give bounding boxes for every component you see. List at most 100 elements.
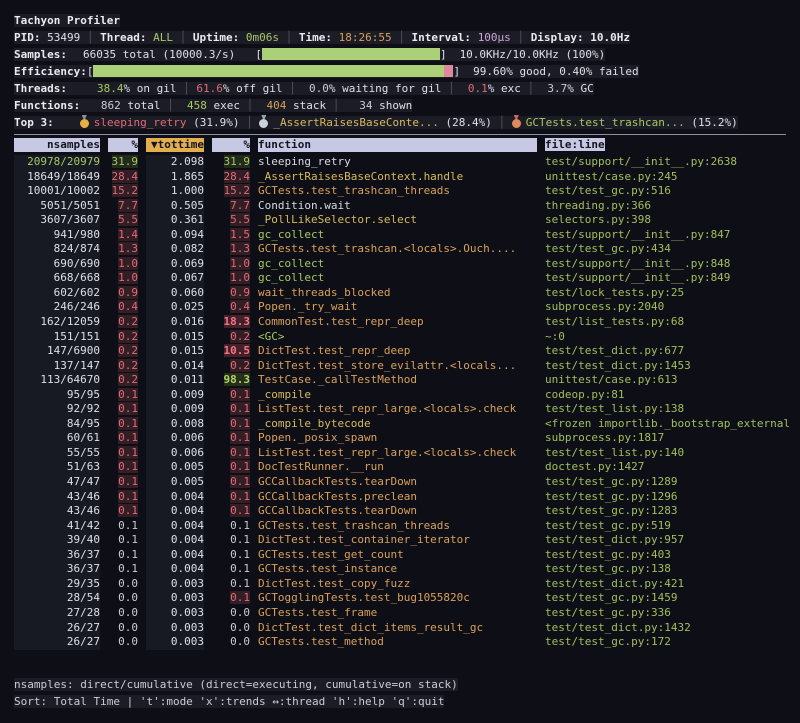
direct-pct-cell-value: 0.1	[118, 519, 138, 532]
tottime-cell: 2.098	[146, 155, 204, 170]
separator: │	[492, 116, 512, 129]
direct-pct-cell: 0.2	[108, 344, 138, 359]
direct-pct-cell-value: 0.0	[118, 577, 138, 590]
fileline-cell-value: test/test_list.py:138	[545, 402, 684, 415]
direct-pct-cell-value: 0.0	[118, 606, 138, 619]
nsamples-cell: 113/64670	[14, 373, 100, 388]
tottime-cell-value: 0.003	[171, 606, 204, 619]
silver-medal-icon	[259, 115, 268, 128]
fileline-cell: test/test_gc.py:138	[545, 562, 790, 577]
fileline-cell: test/test_gc.py:519	[545, 519, 790, 534]
efficiency-run: Efficiency:[]99.60% good, 0.40% failed	[14, 65, 639, 78]
direct-pct-cell: 0.1	[108, 504, 138, 519]
threads-line: Threads:38.4% on gil │ 61.6% off gil │ 0…	[14, 80, 786, 97]
tottime-cell-value: 0.011	[171, 373, 204, 386]
fileline-cell: test/test_gc.py:403	[545, 548, 790, 563]
cumul-pct-cell-value: 5.5	[230, 213, 250, 226]
fileline-cell-value: test/test_gc.py:516	[545, 184, 671, 197]
direct-pct-cell-value: 0.1	[118, 562, 138, 575]
cumul-pct-cell-value: 1.0	[230, 257, 250, 270]
separator: │	[160, 99, 180, 112]
stat-suffix: % exc	[488, 82, 521, 95]
separator: │	[521, 82, 541, 95]
gold-medal-icon	[80, 115, 89, 128]
fileline-cell-value: test/support/__init__.py:848	[545, 257, 730, 270]
direct-pct-cell-value: 0.1	[118, 504, 138, 517]
tottime-cell-value: 0.003	[171, 635, 204, 648]
function-cell-value: wait_threads_blocked	[258, 286, 390, 299]
samples-rate: 10.0KHz/10.0KHz (100%)	[460, 48, 606, 61]
function-cell: ListTest.test_repr_large.<locals>.check	[258, 402, 537, 417]
cumul-pct-cell: 0.0	[212, 606, 250, 621]
stats-table: nsamples%▼tottime%functionfile:line20978…	[14, 138, 786, 650]
column-header-fileline[interactable]: file:line	[545, 138, 790, 152]
function-cell: gc_collect	[258, 228, 537, 243]
nsamples-cell-value: 690/690	[54, 257, 100, 270]
column-header-tottime[interactable]: ▼tottime	[146, 138, 204, 152]
process-info: PID: 53499 │ Thread: ALL │ Uptime: 0m06s…	[14, 31, 630, 44]
nsamples-cell-value: 151/151	[54, 330, 100, 343]
direct-pct-cell: 0.1	[108, 417, 138, 432]
tottime-cell-value: 0.009	[171, 388, 204, 401]
stat-suffix: shown	[372, 99, 412, 112]
function-cell: GCTests.test_trashcan.<locals>.Ouch....	[258, 242, 537, 257]
cumul-pct-cell-value: 0.9	[230, 286, 250, 299]
function-cell: GCTests.test_instance	[258, 562, 537, 577]
function-cell-value: DictTest.test_store_evilattr.<locals...	[258, 359, 516, 372]
cumul-pct-cell: 10.5	[212, 344, 250, 359]
column-header-direct-pct[interactable]: %	[108, 138, 138, 152]
nsamples-cell-value: 43/46	[67, 504, 100, 517]
fileline-cell-value: test/test_gc.py:336	[545, 606, 671, 619]
column-header-nsamples[interactable]: nsamples	[14, 138, 100, 152]
tottime-cell-value: 0.094	[171, 228, 204, 241]
nsamples-cell: 602/602	[14, 286, 100, 301]
stat-value: 404	[260, 99, 287, 112]
nsamples-cell: 84/95	[14, 417, 100, 432]
fileline-cell-value: test/test_gc.py:1459	[545, 591, 677, 604]
samples-total: 66035 total (10000.3/s)	[83, 48, 235, 61]
fileline-cell-value: codeop.py:81	[545, 388, 624, 401]
tottime-cell: 0.505	[146, 199, 204, 214]
nsamples-cell-value: 246/246	[54, 300, 100, 313]
function-cell-value: gc_collect	[258, 271, 324, 284]
column-header-cumul-pct[interactable]: %	[212, 138, 250, 152]
fileline-cell: test/test_gc.py:336	[545, 606, 790, 621]
tottime-cell: 0.004	[146, 519, 204, 534]
function-cell-value: DictTest.test_copy_fuzz	[258, 577, 410, 590]
direct-pct-cell-value: 0.1	[118, 533, 138, 546]
fileline-cell-value: test/support/__init__.py:847	[545, 228, 730, 241]
nsamples-cell: 39/40	[14, 533, 100, 548]
info-value: 53499	[47, 31, 80, 44]
efficiency-bar-open-bracket: [	[87, 65, 94, 78]
cumul-pct-cell: 15.2	[212, 184, 250, 199]
tottime-cell: 0.009	[146, 402, 204, 417]
tottime-cell-value: 0.505	[171, 199, 204, 212]
function-cell: DictTest.test_container_iterator	[258, 533, 537, 548]
cumul-pct-cell-value: 7.7	[230, 199, 250, 212]
cumul-pct-cell-value: 1.3	[230, 242, 250, 255]
nsamples-cell: 151/151	[14, 330, 100, 345]
column-header-function[interactable]: function	[258, 138, 537, 152]
tottime-cell: 0.003	[146, 591, 204, 606]
cumul-pct-cell-value: 0.1	[230, 519, 250, 532]
fileline-cell: <frozen importlib._bootstrap_external	[545, 417, 790, 432]
nsamples-cell-value: 162/12059	[40, 315, 100, 328]
tottime-cell: 0.015	[146, 330, 204, 345]
function-cell: sleeping_retry	[258, 155, 537, 170]
tottime-cell-value: 0.015	[171, 330, 204, 343]
cumul-pct-cell: 0.1	[212, 475, 250, 490]
top-function-pct: (28.4%)	[439, 116, 492, 129]
functions-stats: 862 total │ 458 exec │ 404 stack │ 34 sh…	[94, 99, 412, 112]
cumul-pct-cell: 0.9	[212, 286, 250, 301]
stat-value: 862	[94, 99, 121, 112]
efficiency-label: Efficiency:	[14, 65, 87, 78]
function-cell-value: CommonTest.test_repr_deep	[258, 315, 424, 328]
efficiency-summary: 99.60% good, 0.40% failed	[473, 65, 639, 78]
direct-pct-cell: 0.9	[108, 286, 138, 301]
cumul-pct-cell-value: 0.1	[230, 460, 250, 473]
direct-pct-cell-value: 0.1	[118, 475, 138, 488]
direct-pct-cell: 0.1	[108, 519, 138, 534]
cumul-pct-cell-value: 0.1	[230, 577, 250, 590]
tottime-cell-value: 0.361	[171, 213, 204, 226]
direct-pct-cell: 0.1	[108, 460, 138, 475]
